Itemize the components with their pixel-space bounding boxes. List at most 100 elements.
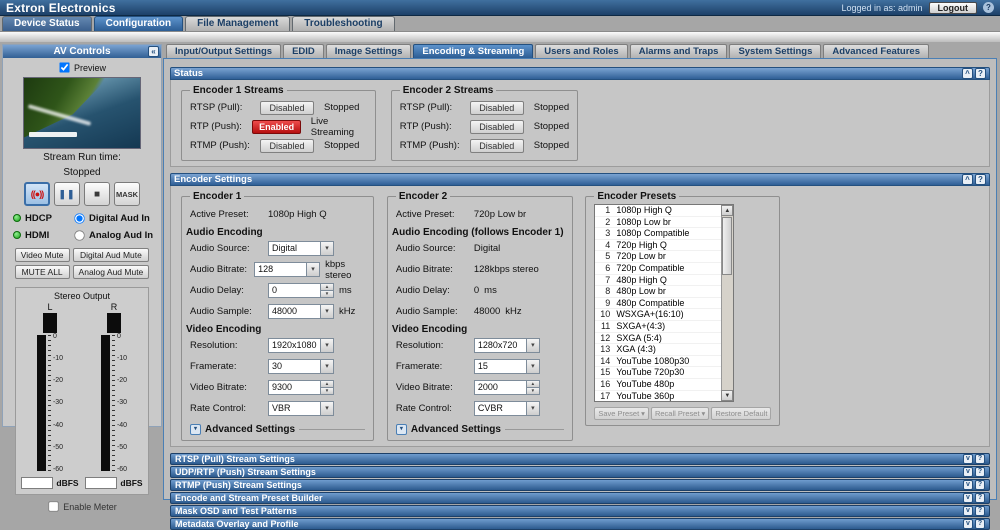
enc1-framerate-select[interactable]: 30▾ [268,359,334,374]
preset-list-item[interactable]: 5 720p Low br [595,251,733,263]
enc1-rate-control-select[interactable]: VBR▾ [268,401,334,416]
preset-list-item[interactable]: 12 SXGA (5:4) [595,333,733,345]
left-dbfs-field[interactable] [21,477,53,489]
enc1-audio-sample-select[interactable]: 48000▾ [268,304,334,319]
expand-icon[interactable]: v [963,506,973,516]
preset-scrollbar[interactable]: ▲ ▼ [721,205,733,401]
scroll-down-icon[interactable]: ▼ [721,390,733,401]
enc2-rate-control-select[interactable]: CVBR▾ [474,401,540,416]
enc1-audio-delay-spinner[interactable]: 0▲▼ [268,283,334,298]
spinner-up-icon[interactable]: ▲ [320,283,334,290]
preset-list-item[interactable]: 10 WSXGA+(16:10) [595,309,733,321]
subtab-image-settings[interactable]: Image Settings [326,44,412,58]
preset-list-item[interactable]: 1 1080p High Q [595,205,733,217]
stop-button[interactable]: ■ [84,182,110,206]
help-icon[interactable]: ? [983,2,994,13]
tab-device-status[interactable]: Device Status [2,16,92,31]
collapsed-section-bar[interactable]: Encode and Stream Preset Builder v ? [170,492,990,504]
preset-list-item[interactable]: 2 1080p Low br [595,217,733,229]
tab-file-management[interactable]: File Management [185,16,290,31]
enc1-audio-bitrate-select[interactable]: 128▾ [254,262,320,277]
enc1-video-bitrate-spinner[interactable]: 9300▲▼ [268,380,334,395]
status-collapse-icon[interactable]: ^ [962,68,973,79]
mute-all-button[interactable]: MUTE ALL [15,265,70,279]
enable-meter-checkbox[interactable] [49,501,59,511]
subtab-input-output[interactable]: Input/Output Settings [166,44,281,58]
expand-icon[interactable]: v [963,493,973,503]
help-icon[interactable]: ? [975,467,985,477]
preset-list-item[interactable]: 15 YouTube 720p30 [595,367,733,379]
analog-aud-mute-button[interactable]: Analog Aud Mute [73,265,150,279]
digital-aud-in-input[interactable] [74,213,84,223]
enc2-rtp-toggle-button[interactable]: Disabled [470,120,524,134]
help-icon[interactable]: ? [975,506,985,516]
expand-icon[interactable]: v [963,467,973,477]
encoder-settings-help-icon[interactable]: ? [975,174,986,185]
right-dbfs-field[interactable] [85,477,117,489]
video-mute-button[interactable]: Video Mute [15,248,70,262]
preset-list-item[interactable]: 14 YouTube 1080p30 [595,356,733,368]
preset-list-item[interactable]: 9 480p Compatible [595,298,733,310]
enc2-rtmp-toggle-button[interactable]: Disabled [470,139,524,153]
digital-aud-in-radio[interactable]: Digital Aud In [73,212,163,225]
preset-list-item[interactable]: 4 720p High Q [595,240,733,252]
scroll-up-icon[interactable]: ▲ [721,205,733,216]
spinner-down-icon[interactable]: ▼ [320,387,334,395]
spinner-up-icon[interactable]: ▲ [320,380,334,387]
save-preset-button[interactable]: Save Preset▾ [594,407,649,420]
expand-icon[interactable]: ▾ [190,424,201,435]
enc2-rtsp-toggle-button[interactable]: Disabled [470,101,524,115]
preset-listbox[interactable]: 1 1080p High Q 2 1080p Low br 3 1080p Co… [594,204,734,402]
preset-list-item[interactable]: 17 YouTube 360p [595,391,733,403]
help-icon[interactable]: ? [975,454,985,464]
subtab-alarms-traps[interactable]: Alarms and Traps [630,44,728,58]
collapsed-section-bar[interactable]: UDP/RTP (Push) Stream Settings v ? [170,466,990,478]
collapsed-section-bar[interactable]: Mask OSD and Test Patterns v ? [170,505,990,517]
preset-list-item[interactable]: 13 XGA (4:3) [595,344,733,356]
analog-aud-in-input[interactable] [74,230,84,240]
preset-list-item[interactable]: 3 1080p Compatible [595,228,733,240]
digital-aud-mute-button[interactable]: Digital Aud Mute [73,248,150,262]
sidebar-collapse-icon[interactable]: « [148,46,159,57]
help-icon[interactable]: ? [975,519,985,529]
expand-icon[interactable]: v [963,454,973,464]
subtab-system-settings[interactable]: System Settings [729,44,821,58]
subtab-encoding-streaming[interactable]: Encoding & Streaming [413,44,533,58]
enc2-framerate-select[interactable]: 15▾ [474,359,540,374]
enc1-rtp-toggle-button[interactable]: Enabled [252,120,300,134]
spinner-down-icon[interactable]: ▼ [320,290,334,298]
stream-button[interactable]: ((●)) [24,182,50,206]
collapsed-section-bar[interactable]: Metadata Overlay and Profile v ? [170,518,990,530]
scrollbar-thumb[interactable] [722,217,732,275]
subtab-advanced-features[interactable]: Advanced Features [823,44,929,58]
subtab-users-roles[interactable]: Users and Roles [535,44,627,58]
expand-icon[interactable]: ▾ [396,424,407,435]
preset-list-item[interactable]: 8 480p Low br [595,286,733,298]
expand-icon[interactable]: v [963,519,973,529]
help-icon[interactable]: ? [975,480,985,490]
enc2-video-bitrate-spinner[interactable]: 2000▲▼ [474,380,540,395]
enc1-resolution-select[interactable]: 1920x1080▾ [268,338,334,353]
enc2-resolution-select[interactable]: 1280x720▾ [474,338,540,353]
status-help-icon[interactable]: ? [975,68,986,79]
pause-button[interactable]: ❚❚ [54,182,80,206]
preview-checkbox[interactable] [59,62,69,72]
collapsed-section-bar[interactable]: RTSP (Pull) Stream Settings v ? [170,453,990,465]
enc1-rtsp-toggle-button[interactable]: Disabled [260,101,314,115]
subtab-edid[interactable]: EDID [283,44,324,58]
enc2-advanced-settings-expander[interactable]: ▾ Advanced Settings [396,424,564,435]
restore-default-button[interactable]: Restore Default [711,407,771,420]
preset-list-item[interactable]: 6 720p Compatible [595,263,733,275]
tab-configuration[interactable]: Configuration [94,16,184,31]
encoder-settings-collapse-icon[interactable]: ^ [962,174,973,185]
spinner-down-icon[interactable]: ▼ [526,387,540,395]
enc1-rtmp-toggle-button[interactable]: Disabled [260,139,314,153]
collapsed-section-bar[interactable]: RTMP (Push) Stream Settings v ? [170,479,990,491]
preset-list-item[interactable]: 7 480p High Q [595,275,733,287]
help-icon[interactable]: ? [975,493,985,503]
analog-aud-in-radio[interactable]: Analog Aud In [73,229,163,242]
mask-button[interactable]: MASK [114,182,140,206]
logout-button[interactable]: Logout [929,2,978,14]
preset-list-item[interactable]: 16 YouTube 480p [595,379,733,391]
enc1-audio-source-select[interactable]: Digital▾ [268,241,334,256]
